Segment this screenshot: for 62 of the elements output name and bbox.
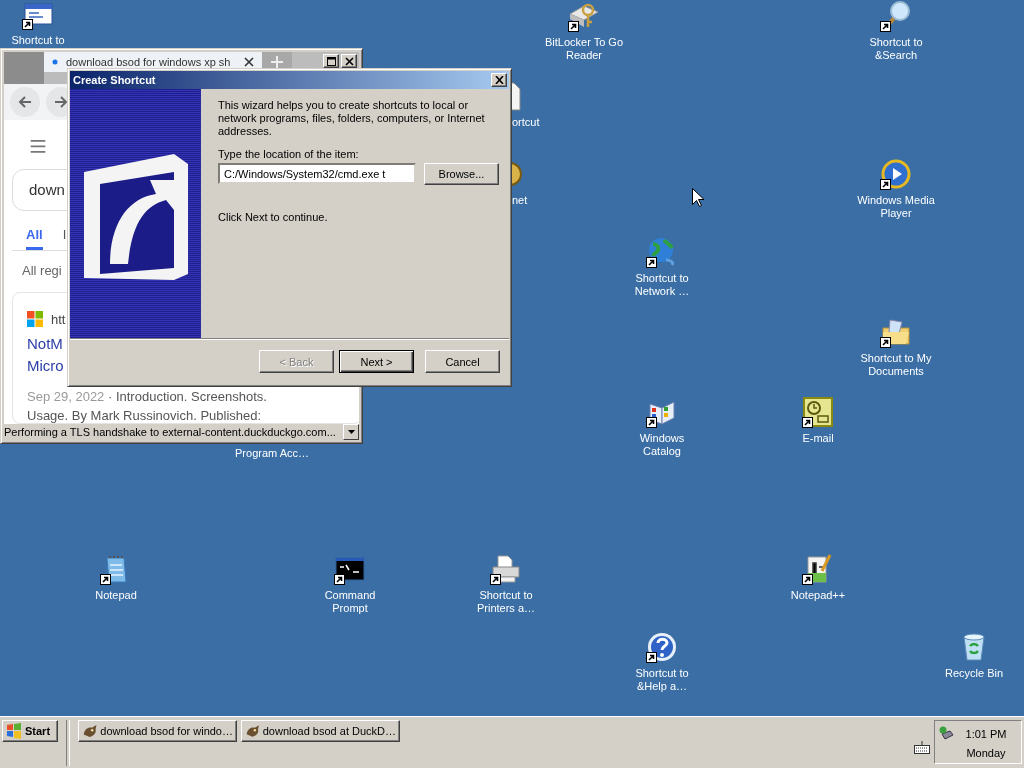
next-button[interactable]: Next > [339,350,414,373]
icon-label[interactable]: Recycle Bin [944,667,1004,680]
icon-label[interactable]: BitLocker To Go Reader [542,36,626,62]
taskbar-button[interactable]: download bsod for windo… [78,720,237,742]
icon-label[interactable]: Windows Media Player [854,194,938,220]
icon-label[interactable]: Program Acc… [235,447,309,460]
icon-label[interactable]: Notepad [95,589,137,602]
maximize-button[interactable] [323,54,339,68]
hint-text: Click Next to continue. [218,211,328,223]
close-icon [494,76,504,84]
forward-arrow-icon [53,94,69,110]
intro-text: This wizard helps you to create shortcuts to local or network programs, files, folders, computers, or Internet addresses. [218,99,486,138]
down-triangle-icon [347,430,355,434]
filter-tab[interactable]: I [62,223,67,250]
icon-label[interactable]: Notepad++ [790,589,846,602]
field-label: Type the location of the item: [218,148,359,160]
start-button[interactable]: Start [2,720,58,742]
loading-icon [52,59,58,65]
back-arrow-icon [17,94,33,110]
folder-icon[interactable] [880,316,912,348]
clock-day[interactable]: Monday [966,747,1006,759]
printer-icon[interactable] [490,553,522,585]
status-text: Performing a TLS handshake to external-content.duckduckgo.com... [4,426,337,438]
result-snippet: Usage. By Mark Russinovich. Published: [27,408,262,423]
help-icon[interactable] [646,631,678,663]
mouse-cursor-icon [692,188,704,207]
result-snippet: Sep 29, 2022 · Introduction. Screenshots. [27,389,267,404]
close-icon[interactable] [244,57,254,67]
result-title[interactable]: Micro [27,355,64,377]
site-logo-icon [27,311,43,327]
icon-label[interactable]: Shortcut to My Documents [854,352,938,378]
icon-label[interactable]: Shortcut to Network … [620,272,704,298]
icon-label[interactable]: Windows Catalog [620,432,704,458]
network-icon[interactable] [938,726,954,742]
menu-icon[interactable] [30,140,46,153]
icon-label[interactable]: net [512,194,528,207]
app-icon [245,723,260,739]
close-button[interactable] [341,54,357,68]
result-title[interactable]: NotM [27,333,63,355]
browse-button[interactable]: Browse... [424,163,499,185]
location-field[interactable]: C:/Windows/System32/cmd.exe t [218,163,416,184]
icon-label[interactable]: Shortcut to &Help a… [620,667,704,693]
back-button[interactable] [10,87,40,117]
icon-label[interactable]: Shortcut to [11,34,65,47]
icon-label[interactable]: E-mail [802,432,834,445]
cancel-button[interactable]: Cancel [425,350,500,373]
close-button[interactable] [491,73,507,87]
clock-card-icon[interactable] [802,396,834,428]
dialog-title: Create Shortcut [73,74,156,86]
clock-time[interactable]: 1:01 PM [965,728,1007,740]
keyboard-icon[interactable] [914,740,930,754]
app-icon [82,723,98,739]
icon-label[interactable]: Shortcut to Printers a… [464,589,548,615]
plus-icon [271,56,283,68]
icon-label[interactable]: Command Prompt [308,589,392,615]
windows-logo-icon [6,723,22,739]
icon-label[interactable]: ortcut [512,116,540,129]
result-url[interactable]: htt [51,311,66,327]
filter-tab[interactable]: All [26,223,43,250]
taskbar-button[interactable]: download bsod at DuckD… [241,720,400,742]
scroll-down-button[interactable] [343,424,359,440]
icon-label[interactable]: Shortcut to &Search [854,36,938,62]
